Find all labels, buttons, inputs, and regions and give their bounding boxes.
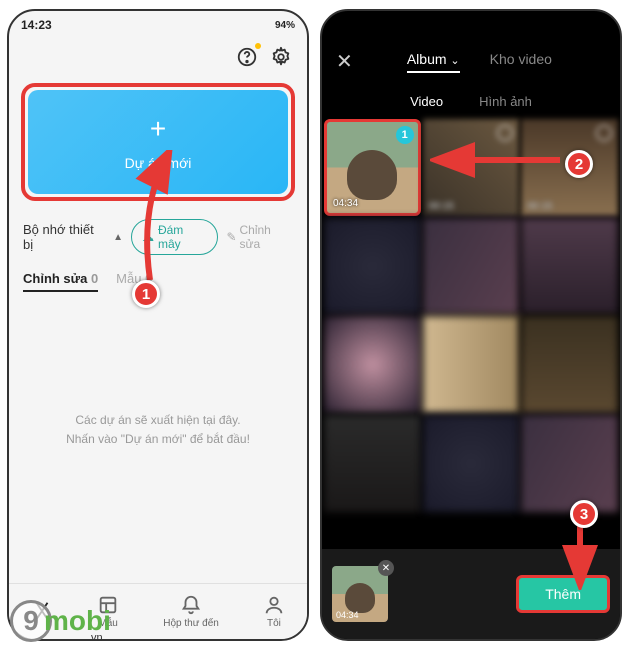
picker-header: ✕ Album ⌄ Kho video	[322, 39, 620, 84]
status-time: 14:23	[21, 18, 52, 32]
tab-video[interactable]: Video	[410, 94, 443, 109]
video-thumb-1[interactable]: 1 04:34	[324, 119, 421, 216]
arrow-3	[555, 520, 605, 590]
marker-2: 2	[565, 150, 593, 178]
video-thumb[interactable]	[324, 218, 421, 315]
status-icons: 94%	[275, 20, 295, 31]
video-thumb[interactable]	[521, 218, 618, 315]
settings-icon[interactable]	[269, 45, 293, 69]
video-thumb[interactable]	[423, 218, 520, 315]
close-icon[interactable]: ✕	[336, 49, 353, 74]
help-icon[interactable]	[235, 45, 259, 69]
remove-icon[interactable]: ✕	[378, 560, 394, 576]
tray-thumb[interactable]: ✕ 04:34	[332, 566, 388, 622]
watermark: 9mobi .vn	[10, 600, 111, 642]
dropdown-icon[interactable]: ▲	[113, 232, 123, 243]
video-thumb[interactable]	[423, 316, 520, 413]
marker-1: 1	[132, 280, 160, 308]
plus-icon: +	[150, 113, 166, 145]
left-screen: 14:23 94% + Dự án mới Bộ nhớ thiết bị ▲ …	[7, 9, 309, 641]
storage-label[interactable]: Bộ nhớ thiết bị	[23, 222, 105, 252]
nav-me[interactable]: Tôi	[263, 594, 285, 629]
tab-stock[interactable]: Kho video	[490, 51, 552, 73]
video-thumb[interactable]	[521, 415, 618, 512]
status-bar: 14:23 94%	[9, 11, 307, 39]
media-tabs: Video Hình ảnh	[322, 84, 620, 119]
empty-state: Các dự án sẽ xuất hiện tại đây. Nhấn vào…	[9, 411, 307, 449]
tab-edit[interactable]: Chỉnh sửa 0	[23, 271, 98, 292]
tab-image[interactable]: Hình ảnh	[479, 94, 532, 109]
video-thumb[interactable]	[324, 415, 421, 512]
nav-inbox[interactable]: Hộp thư đến	[163, 594, 219, 629]
select-ring	[596, 125, 612, 141]
video-thumb[interactable]	[423, 415, 520, 512]
tray-duration: 04:34	[336, 610, 359, 620]
duration: 04:34	[333, 198, 358, 209]
edit-button[interactable]: ✎Chỉnh sửa	[226, 223, 293, 251]
arrow-2	[430, 140, 570, 180]
status-bar-right	[322, 11, 620, 39]
video-thumb[interactable]	[521, 316, 618, 413]
selection-badge: 1	[396, 126, 414, 144]
marker-3: 3	[570, 500, 598, 528]
tab-album[interactable]: Album ⌄	[407, 51, 460, 73]
top-bar	[9, 39, 307, 75]
arrow-1	[130, 150, 190, 290]
select-ring	[497, 125, 513, 141]
video-thumb[interactable]	[324, 316, 421, 413]
